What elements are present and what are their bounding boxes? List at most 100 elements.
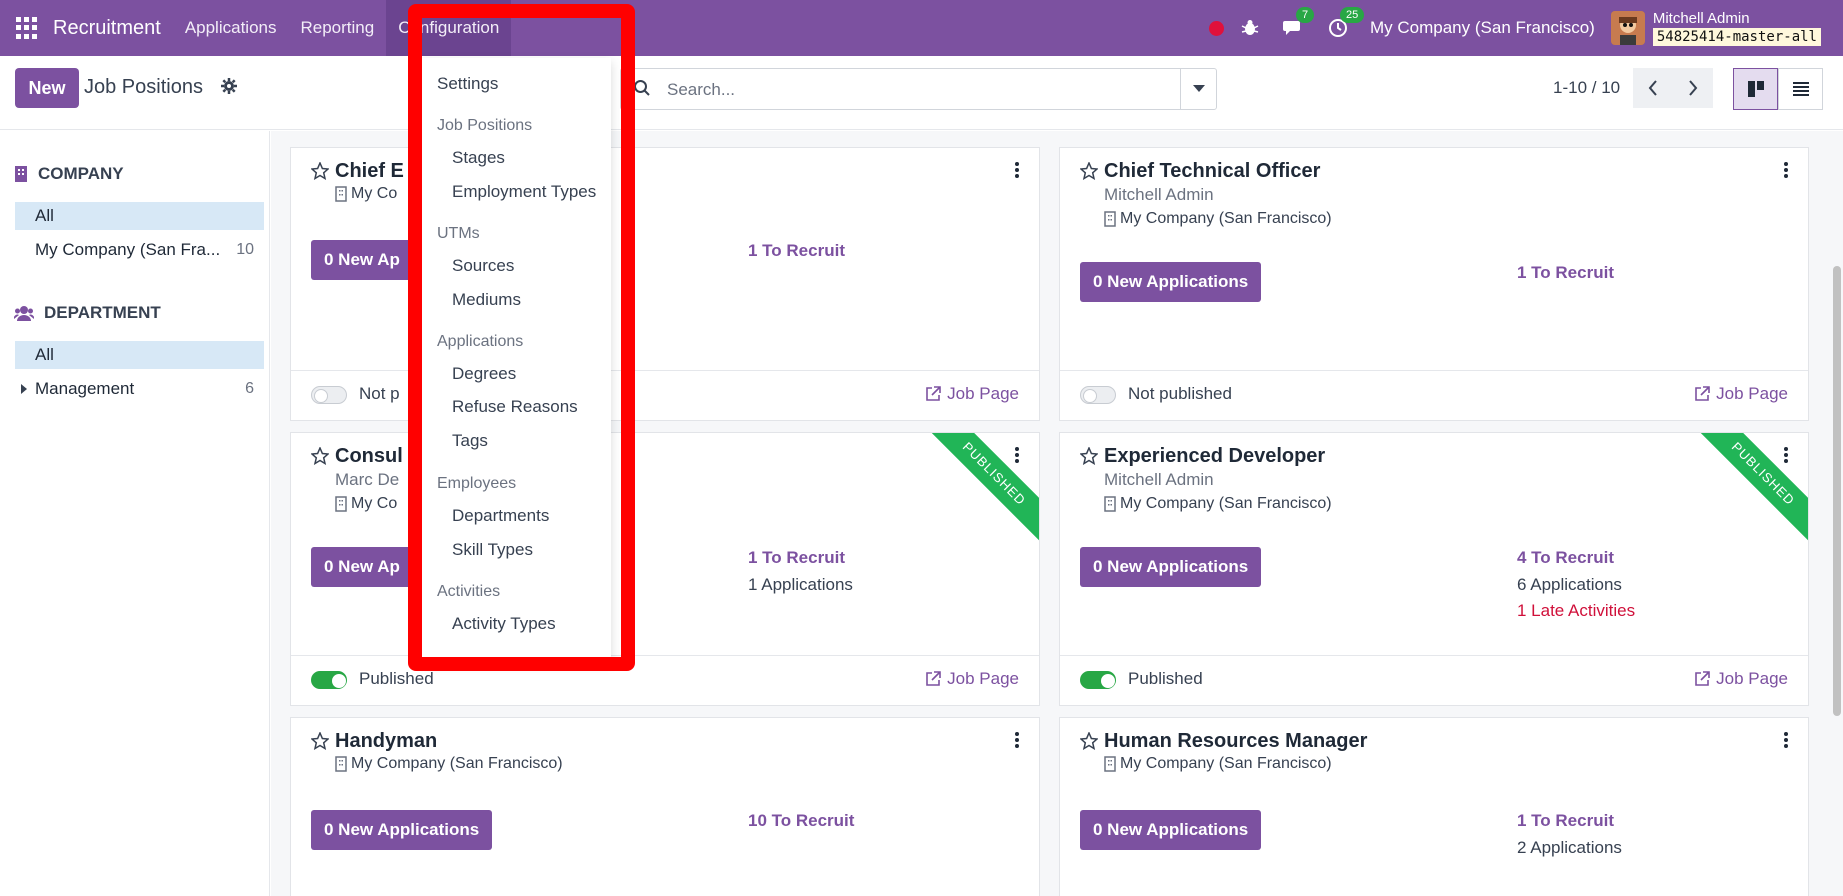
publish-toggle[interactable] [1080, 671, 1116, 689]
job-title[interactable]: Experienced Developer [1104, 445, 1325, 468]
to-recruit-link[interactable]: 4 To Recruit [1517, 548, 1614, 568]
to-recruit-link[interactable]: 1 To Recruit [748, 241, 845, 261]
applications-count[interactable]: 6 Applications [1517, 575, 1622, 595]
company-filter-all[interactable]: All [15, 202, 264, 230]
pager-previous-button[interactable] [1633, 68, 1673, 108]
company-switcher[interactable]: My Company (San Francisco) [1370, 18, 1595, 38]
job-card[interactable]: PUBLISHED Consul Marc De My Co 0 New Ap … [290, 432, 1040, 706]
list-view-button[interactable] [1778, 68, 1823, 110]
external-link-icon [926, 671, 941, 686]
kebab-menu-icon[interactable] [1015, 732, 1019, 753]
job-title[interactable]: Human Resources Manager [1104, 730, 1367, 753]
job-title[interactable]: Consul [335, 445, 403, 468]
job-company: My Co [335, 495, 397, 513]
department-filter-management[interactable]: Management 6 [15, 375, 264, 403]
job-card[interactable]: Human Resources Manager My Company (San … [1059, 717, 1809, 896]
search-placeholder: Search... [667, 80, 736, 99]
job-card[interactable]: PUBLISHED Experienced Developer Mitchell… [1059, 432, 1809, 706]
new-applications-button[interactable]: 0 New Ap [311, 547, 413, 587]
new-applications-button[interactable]: 0 New Applications [1080, 810, 1262, 850]
pager-next-button[interactable] [1673, 68, 1713, 108]
job-card[interactable]: Chief E My Co 0 New Ap 1 To Recruit Not … [290, 147, 1040, 421]
user-menu[interactable]: Mitchell Admin 54825414-master-all [1652, 9, 1821, 46]
new-applications-button[interactable]: 0 New Applications [311, 810, 493, 850]
activities-clock-icon[interactable]: 25 [1326, 7, 1365, 40]
job-card[interactable]: Handyman My Company (San Francisco) 0 Ne… [290, 717, 1040, 896]
publish-status: Published [359, 669, 434, 688]
annotation-highlight-box [408, 4, 635, 671]
menu-applications[interactable]: Applications [185, 18, 277, 38]
external-link-icon [926, 386, 941, 401]
job-card[interactable]: Chief Technical Officer Mitchell Admin M… [1059, 147, 1809, 421]
job-page-link[interactable]: Job Page [1694, 384, 1788, 404]
job-company: My Company (San Francisco) [1104, 210, 1332, 228]
messages-icon[interactable]: 7 [1282, 7, 1315, 40]
kanban-view-button[interactable] [1733, 68, 1778, 110]
card-footer: Published Job Page [1060, 655, 1808, 705]
user-name: Mitchell Admin [1652, 9, 1750, 27]
debug-bug-icon[interactable] [1238, 16, 1262, 40]
gear-icon[interactable] [221, 78, 237, 99]
users-icon [14, 306, 34, 321]
kebab-menu-icon[interactable] [1784, 732, 1788, 753]
kanban-scrollbar[interactable] [1833, 266, 1841, 716]
star-icon[interactable] [310, 731, 330, 755]
job-company: My Company (San Francisco) [1104, 755, 1332, 773]
job-page-link[interactable]: Job Page [1694, 669, 1788, 689]
pager-value[interactable]: 1-10 / 10 [1553, 78, 1620, 98]
job-title[interactable]: Chief E [335, 160, 404, 183]
star-icon[interactable] [1079, 161, 1099, 185]
search-input[interactable]: Search... [620, 68, 1217, 110]
app-name[interactable]: Recruitment [53, 17, 161, 40]
to-recruit-link[interactable]: 1 To Recruit [1517, 263, 1614, 283]
building-icon [15, 166, 27, 182]
kebab-menu-icon[interactable] [1015, 162, 1019, 183]
star-icon[interactable] [310, 161, 330, 185]
publish-toggle[interactable] [311, 386, 347, 404]
new-applications-button[interactable]: 0 New Ap [311, 240, 413, 280]
to-recruit-link[interactable]: 10 To Recruit [748, 811, 854, 831]
late-activities-link[interactable]: 1 Late Activities [1517, 601, 1635, 621]
job-page-link[interactable]: Job Page [925, 384, 1019, 404]
building-icon [1104, 211, 1116, 227]
star-icon[interactable] [1079, 731, 1099, 755]
kebab-menu-icon[interactable] [1784, 162, 1788, 183]
user-avatar[interactable] [1610, 11, 1645, 45]
publish-status: Not published [1128, 384, 1232, 403]
search-icon [633, 79, 651, 102]
control-panel: New Job Positions Search... 1-10 / 10 [0, 56, 1843, 130]
publish-status: Published [1128, 669, 1203, 688]
job-page-link[interactable]: Job Page [925, 669, 1019, 689]
kebab-menu-icon[interactable] [1784, 447, 1788, 468]
card-footer: Published Job Page [291, 655, 1039, 705]
to-recruit-link[interactable]: 1 To Recruit [1517, 811, 1614, 831]
new-applications-button[interactable]: 0 New Applications [1080, 547, 1262, 587]
filter-count: 10 [236, 241, 254, 258]
job-title[interactable]: Chief Technical Officer [1104, 160, 1320, 183]
building-icon [1104, 756, 1116, 772]
publish-status: Not p [359, 384, 400, 403]
star-icon[interactable] [1079, 446, 1099, 470]
company-filter-heading: COMPANY [14, 164, 124, 184]
activities-count-badge: 25 [1340, 7, 1365, 23]
publish-toggle[interactable] [1080, 386, 1116, 404]
job-title[interactable]: Handyman [335, 730, 437, 753]
external-link-icon [1695, 671, 1710, 686]
new-applications-button[interactable]: 0 New Applications [1080, 262, 1262, 302]
menu-reporting[interactable]: Reporting [300, 18, 374, 38]
department-filter-all[interactable]: All [15, 341, 264, 369]
star-icon[interactable] [310, 446, 330, 470]
apps-menu-icon[interactable] [16, 17, 38, 39]
to-recruit-link[interactable]: 1 To Recruit [748, 548, 845, 568]
publish-toggle[interactable] [311, 671, 347, 689]
applications-count[interactable]: 2 Applications [1517, 838, 1622, 858]
new-button[interactable]: New [15, 68, 79, 108]
kebab-menu-icon[interactable] [1015, 447, 1019, 468]
search-options-toggle[interactable] [1180, 69, 1216, 109]
record-indicator-icon[interactable] [1209, 20, 1224, 36]
company-filter-my-company[interactable]: My Company (San Fra... 10 [15, 236, 264, 264]
job-manager: Mitchell Admin [1104, 470, 1214, 489]
filter-count: 6 [245, 380, 254, 397]
job-manager: Marc De [335, 470, 400, 489]
applications-count[interactable]: 1 Applications [748, 575, 853, 595]
